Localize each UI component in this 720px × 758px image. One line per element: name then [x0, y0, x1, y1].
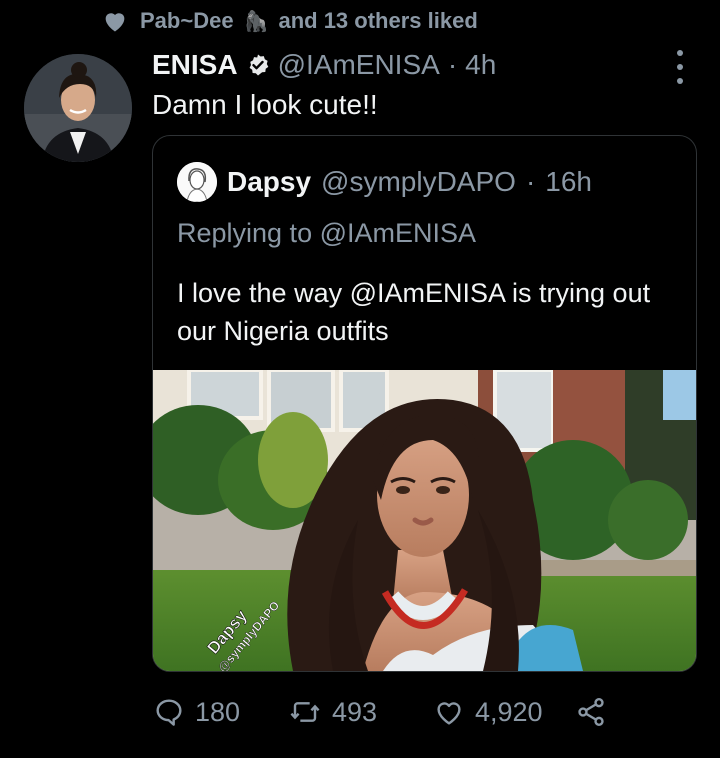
quote-author-name[interactable]: Dapsy [227, 165, 311, 199]
quote-header: Dapsy @symplyDAPO · 16h [177, 162, 592, 202]
quote-photo[interactable]: Dapsy @symplyDAPO [153, 370, 696, 671]
quote-separator-dot: · [525, 166, 536, 197]
quoted-tweet[interactable]: Dapsy @symplyDAPO · 16h Replying to @IAm… [152, 135, 697, 672]
avatar[interactable] [24, 54, 132, 162]
share-icon [578, 698, 604, 726]
liked-by-others[interactable]: and 13 others liked [278, 8, 477, 34]
separator-dot: · [447, 49, 458, 80]
action-bar: 180 493 4,920 [153, 690, 607, 734]
gorilla-emoji-icon: 🦍 [243, 10, 269, 33]
author-name[interactable]: ENISA [152, 48, 238, 82]
quote-avatar-image [177, 162, 217, 202]
reply-icon [156, 699, 182, 726]
reply-count: 180 [195, 696, 241, 727]
share-button[interactable] [575, 696, 607, 728]
author-handle[interactable]: @IAmENISA [278, 48, 440, 82]
avatar-image [24, 54, 132, 162]
tweet-text: Damn I look cute!! [152, 89, 378, 120]
verified-badge-icon [249, 54, 268, 76]
retweet-count: 493 [332, 696, 378, 727]
social-context: Pab~Dee 🦍 and 13 others liked [100, 6, 478, 36]
quote-text: I love the way @IAmENISA is trying out o… [177, 278, 651, 346]
like-count: 4,920 [475, 696, 543, 727]
liked-by-user[interactable]: Pab~Dee [140, 8, 234, 34]
heart-icon [105, 13, 125, 32]
like-button[interactable]: 4,920 [433, 696, 575, 728]
more-icon[interactable] [668, 50, 692, 84]
photo-illustration: Dapsy @symplyDAPO [153, 370, 696, 671]
retweet-button[interactable]: 493 [288, 696, 433, 728]
quote-author-handle[interactable]: @symplyDAPO [321, 165, 516, 199]
replying-to[interactable]: Replying to @IAmENISA [177, 216, 476, 250]
quote-avatar[interactable] [177, 162, 217, 202]
retweet-icon [290, 702, 320, 722]
tweet-time[interactable]: 4h [465, 48, 496, 82]
reply-button[interactable]: 180 [153, 696, 288, 728]
tweet-header: ENISA @IAmENISA · 4h [152, 48, 496, 82]
quote-time[interactable]: 16h [545, 165, 592, 199]
like-icon [437, 702, 461, 725]
